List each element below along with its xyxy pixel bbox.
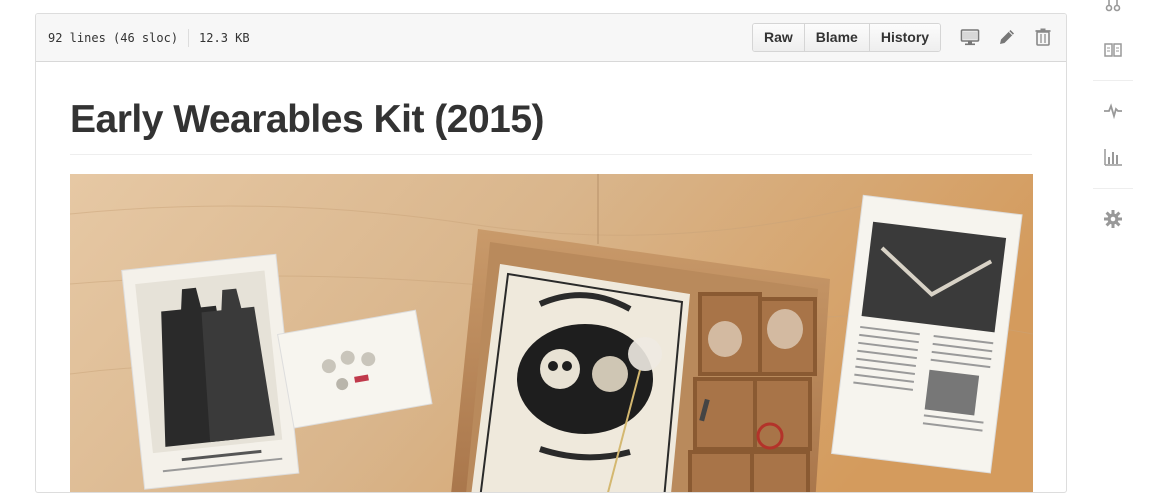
repo-side-nav (1093, 0, 1133, 260)
blame-button[interactable]: Blame (804, 24, 870, 51)
file-size: 12.3 KB (199, 31, 250, 45)
raw-button[interactable]: Raw (753, 24, 805, 51)
pencil-icon[interactable] (997, 27, 1017, 47)
gear-icon[interactable] (1103, 209, 1123, 229)
pull-request-icon[interactable] (1103, 0, 1123, 14)
file-header: 92 lines (46 sloc) 12.3 KB Raw Blame His… (36, 14, 1066, 62)
history-button[interactable]: History (869, 24, 941, 51)
sidebar-divider (1093, 80, 1133, 81)
readme-body: Early Wearables Kit (2015) (70, 61, 1033, 492)
file-line-count: 92 lines (46 sloc) (48, 31, 179, 45)
file-info-divider (188, 29, 190, 47)
readme-title: Early Wearables Kit (2015) (70, 98, 545, 141)
sidebar-divider (1093, 188, 1133, 189)
pulse-icon[interactable] (1103, 101, 1123, 121)
file-actions-button-group: Raw Blame History (752, 23, 942, 52)
book-icon[interactable] (1103, 40, 1123, 60)
trash-icon[interactable] (1033, 27, 1053, 47)
file-info: 92 lines (46 sloc) 12.3 KB (48, 29, 250, 47)
title-underline (70, 154, 1032, 155)
graph-icon[interactable] (1103, 147, 1123, 167)
file-box: 92 lines (46 sloc) 12.3 KB Raw Blame His… (35, 13, 1067, 493)
kit-photo (70, 174, 1033, 492)
desktop-icon[interactable] (960, 27, 980, 47)
